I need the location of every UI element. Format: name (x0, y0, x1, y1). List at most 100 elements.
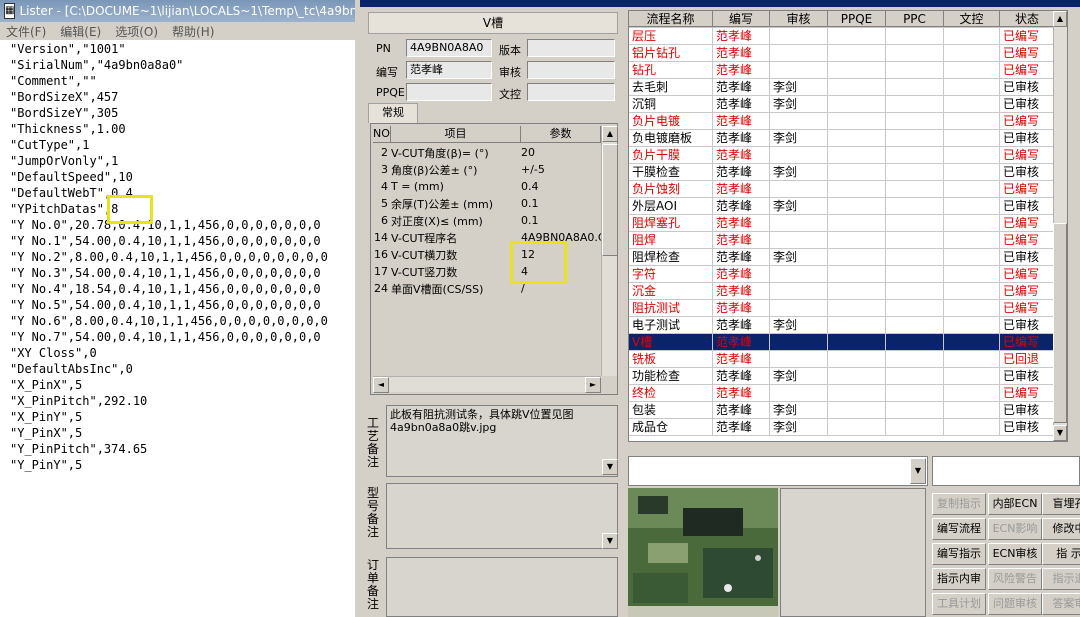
ppqe-field[interactable] (406, 83, 492, 101)
process-row[interactable]: 沉金 范孝峰 已编写 (629, 283, 1067, 300)
note-scroll-down-icon[interactable]: ▼ (602, 459, 618, 475)
action-button[interactable]: 内部ECN (988, 493, 1042, 515)
order-note-text[interactable] (386, 557, 618, 617)
col-doc[interactable]: 文控 (944, 11, 1000, 27)
col-ppqe[interactable]: PPQE (828, 11, 886, 27)
process-row[interactable]: 层压 范孝峰 已编写 (629, 28, 1067, 45)
filter-combo[interactable]: ▼ (628, 456, 928, 486)
proc-scroll-down-icon[interactable]: ▼ (1053, 425, 1067, 441)
param-hscrollbar[interactable]: ◄ ► (373, 376, 601, 393)
param-row[interactable]: 5 余厚(T)公差± (mm) 0.1 (373, 195, 601, 212)
action-button[interactable]: 指示内审 (932, 568, 986, 590)
param-cell-value: 20 (521, 146, 535, 159)
process-row[interactable]: 电子测试 范孝峰 李剑 已审核 (629, 317, 1067, 334)
menu-help[interactable]: 帮助(H) (172, 23, 214, 40)
lister-title-bar[interactable]: ▦ Lister - [C:\DOCUME~1\lijian\LOCALS~1\… (0, 0, 355, 22)
action-button[interactable]: 问题审核 (988, 593, 1042, 615)
scroll-right-icon[interactable]: ► (585, 377, 601, 393)
process-cell-status: 已编写 (1000, 45, 1055, 61)
menu-edit[interactable]: 编辑(E) (60, 23, 101, 40)
process-row[interactable]: 钻孔 范孝峰 已编写 (629, 62, 1067, 79)
process-row[interactable]: 负片电镀 范孝峰 已编写 (629, 113, 1067, 130)
process-cell-name: 负片干膜 (629, 147, 713, 163)
review-field[interactable] (527, 61, 615, 79)
tab-general[interactable]: 常规 (368, 103, 418, 123)
param-row[interactable]: 6 对正度(X)≤ (mm) 0.1 (373, 212, 601, 229)
process-row[interactable]: 铣板 范孝峰 已回退 (629, 351, 1067, 368)
param-col-value[interactable]: 参数 (521, 126, 601, 143)
process-row[interactable]: 阻焊检查 范孝峰 李剑 已审核 (629, 249, 1067, 266)
pn-field[interactable]: 4A9BN0A8A0 (406, 39, 492, 57)
col-review[interactable]: 审核 (770, 11, 828, 27)
process-row[interactable]: 终检 范孝峰 已编写 (629, 385, 1067, 402)
action-button[interactable]: ECN审核 (988, 543, 1042, 565)
doc-field[interactable] (527, 83, 615, 101)
process-note-text[interactable]: 此板有阻抗测试条，具体跳V位置见图 4a9bn0a8a0跳v.jpg (386, 405, 618, 477)
param-row[interactable]: 14V-CUT程序名 4A9BN0A8A0.CS (373, 229, 601, 246)
proc-scroll-thumb[interactable] (1053, 223, 1067, 423)
process-row[interactable]: 去毛刺 范孝峰 李剑 已审核 (629, 79, 1067, 96)
action-button[interactable]: 复制指示 (932, 493, 986, 515)
process-row[interactable]: 功能检查 范孝峰 李剑 已审核 (629, 368, 1067, 385)
action-button[interactable]: 修改中 (1042, 518, 1080, 540)
col-ppc[interactable]: PPC (886, 11, 944, 27)
menu-file[interactable]: 文件(F) (6, 23, 46, 40)
process-row[interactable]: 阻抗测试 范孝峰 已编写 (629, 300, 1067, 317)
param-row[interactable]: 17 V-CUT竖刀数 4 (373, 263, 601, 280)
param-row[interactable]: 4T = (mm) 0.4 (373, 178, 601, 195)
process-row[interactable]: 外层AOI 范孝峰 李剑 已审核 (629, 198, 1067, 215)
param-row[interactable]: 3 角度(β)公差± (°) +/-5 (373, 161, 601, 178)
scroll-left-icon[interactable]: ◄ (373, 377, 389, 393)
action-button[interactable]: 指 示 (1042, 543, 1080, 565)
app-title-bar[interactable] (360, 0, 1080, 7)
process-row[interactable]: 负片干膜 范孝峰 已编写 (629, 147, 1067, 164)
action-button[interactable]: 风险警告 (988, 568, 1042, 590)
action-button[interactable]: ECN影响 (988, 518, 1042, 540)
pcb-photo-image (628, 488, 778, 617)
action-button[interactable]: 答案审 (1042, 593, 1080, 615)
process-cell-status: 已审核 (1000, 317, 1055, 333)
process-row[interactable]: 干膜检查 范孝峰 李剑 已审核 (629, 164, 1067, 181)
proc-scroll-up-icon[interactable]: ▲ (1053, 11, 1067, 27)
param-row[interactable]: 24 单面V槽面(CS/SS) / (373, 280, 601, 297)
action-button[interactable]: 指示退 (1042, 568, 1080, 590)
scroll-thumb[interactable] (602, 144, 618, 256)
param-row[interactable]: 2 V-CUT角度(β)= (°) 20 (373, 144, 601, 161)
param-col-item[interactable]: 项目 (391, 126, 521, 143)
process-cell-doc (944, 266, 1000, 282)
author-field[interactable]: 范孝峰 (406, 61, 492, 79)
param-cell-value: +/-5 (521, 163, 545, 176)
model-note-scroll-icon[interactable]: ▼ (602, 533, 618, 549)
process-row[interactable]: V槽 范孝峰 已编写 (629, 334, 1067, 351)
combo-dropdown-icon[interactable]: ▼ (910, 458, 926, 484)
param-vscrollbar[interactable]: ▲ (601, 126, 618, 376)
process-row[interactable]: 负片蚀刻 范孝峰 已编写 (629, 181, 1067, 198)
process-cell-ppqe (828, 28, 886, 44)
process-cell-author: 范孝峰 (713, 181, 770, 197)
param-col-no[interactable]: NO (373, 126, 391, 143)
scroll-up-icon[interactable]: ▲ (602, 126, 618, 142)
model-note-text[interactable] (386, 483, 618, 549)
version-field[interactable] (527, 39, 615, 57)
process-row[interactable]: 阻焊塞孔 范孝峰 已编写 (629, 215, 1067, 232)
menu-options[interactable]: 选项(O) (115, 23, 158, 40)
col-author[interactable]: 编写 (713, 11, 770, 27)
action-button[interactable]: 编写指示 (932, 543, 986, 565)
process-row[interactable]: 字符 范孝峰 已编写 (629, 266, 1067, 283)
param-row[interactable]: 16 V-CUT横刀数 12 (373, 246, 601, 263)
process-row[interactable]: 负电镀磨板 范孝峰 李剑 已审核 (629, 130, 1067, 147)
process-vscrollbar[interactable]: ▲ ▼ (1053, 11, 1067, 441)
action-button[interactable]: 编写流程 (932, 518, 986, 540)
process-row[interactable]: 沉铜 范孝峰 李剑 已审核 (629, 96, 1067, 113)
process-row[interactable]: 铝片钻孔 范孝峰 已编写 (629, 45, 1067, 62)
col-process-name[interactable]: 流程名称 (629, 11, 713, 27)
process-row[interactable]: 阻焊 范孝峰 已编写 (629, 232, 1067, 249)
process-cell-ppc (886, 402, 944, 418)
lister-text-content[interactable]: "Version","1001" "SirialNum","4a9bn0a8a0"… (0, 41, 355, 617)
col-status[interactable]: 状态 (1000, 11, 1055, 27)
process-row[interactable]: 成品仓 范孝峰 李剑 已审核 (629, 419, 1067, 436)
action-button[interactable]: 工具计划 (932, 593, 986, 615)
action-button[interactable]: 盲埋孔 (1042, 493, 1080, 515)
process-row[interactable]: 包装 范孝峰 李剑 已审核 (629, 402, 1067, 419)
search-input[interactable] (932, 456, 1080, 486)
